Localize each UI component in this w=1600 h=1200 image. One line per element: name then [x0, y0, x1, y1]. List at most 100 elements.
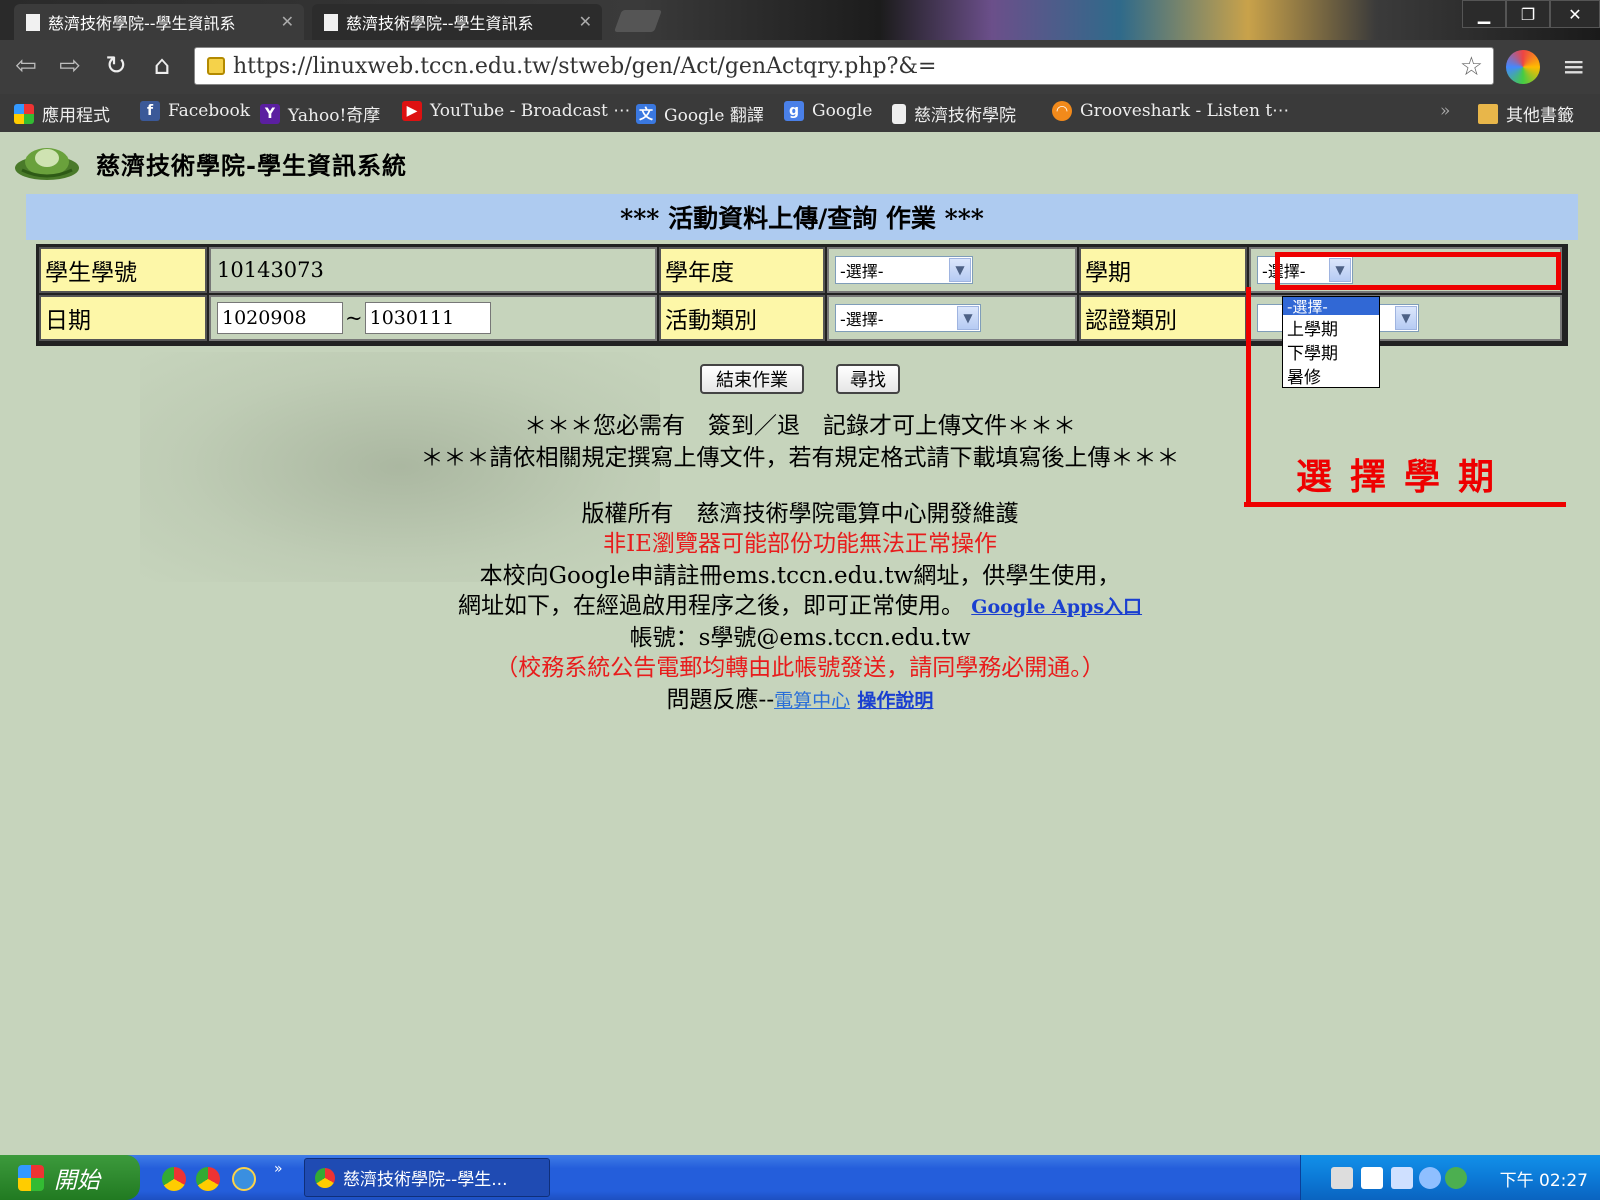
- bookmark-label: YouTube - Broadcast ⋯: [430, 101, 631, 121]
- browser-toolbar: ⇦ ⇨ ↻ ⌂ https://linuxweb.tccn.edu.tw/stw…: [0, 40, 1600, 94]
- bookmark-label: Google 翻譯: [664, 106, 764, 126]
- bookmark-label: Yahoo!奇摩: [288, 106, 381, 126]
- bookmark-google-translate[interactable]: 文 Google 翻譯: [636, 101, 764, 126]
- activity-type-select[interactable]: -選擇- ▼: [835, 304, 981, 332]
- date-to-input[interactable]: 1030111: [364, 302, 491, 334]
- annotation-line-vertical: [1246, 287, 1251, 507]
- taskbar: 開始 » 慈濟技術學院--學生... 下午 02:27: [0, 1155, 1600, 1200]
- apps-icon: [14, 103, 34, 124]
- account-format-text: 帳號：s學號@ems.tccn.edu.tw: [629, 625, 971, 651]
- activity-type-label: 活動類別: [659, 295, 825, 341]
- semester-dropdown-list: -選擇- 上學期 下學期 暑修: [1282, 296, 1380, 388]
- bookmarks-overflow[interactable]: »: [1440, 101, 1450, 121]
- taskbar-window-item[interactable]: 慈濟技術學院--學生...: [304, 1158, 550, 1197]
- bookmark-label: Google: [812, 101, 873, 121]
- network-icon[interactable]: [1391, 1167, 1413, 1189]
- chrome-icon[interactable]: [162, 1167, 186, 1191]
- forward-arrow-icon[interactable]: ⇨: [54, 50, 86, 82]
- feedback-label: 問題反應--: [666, 687, 775, 713]
- student-id-label: 學生學號: [39, 247, 207, 293]
- date-label: 日期: [39, 295, 207, 341]
- select-value: -選擇-: [840, 262, 884, 281]
- date-separator: ~: [345, 306, 363, 330]
- close-icon[interactable]: ✕: [281, 12, 294, 31]
- bookmark-facebook[interactable]: f Facebook: [140, 101, 250, 121]
- youtube-icon: ▶: [402, 101, 422, 121]
- page-icon: [26, 13, 40, 31]
- start-button[interactable]: 開始: [0, 1155, 140, 1200]
- system-name: 慈濟技術學院-學生資訊系統: [96, 151, 407, 180]
- bookmark-grooveshark[interactable]: ◠ Grooveshark - Listen t⋯: [1052, 101, 1289, 121]
- help-icon[interactable]: [1361, 1167, 1383, 1189]
- page-title: *** 活動資料上傳/查詢 作業 ***: [26, 194, 1578, 240]
- windows-flag-icon: [18, 1164, 44, 1191]
- browser-tab-1[interactable]: 慈濟技術學院--學生資訊系 ✕: [14, 4, 304, 40]
- search-button[interactable]: 尋找: [836, 364, 900, 394]
- star-icon[interactable]: ☆: [1460, 52, 1483, 82]
- window-close-button[interactable]: ✕: [1550, 0, 1600, 28]
- google-icon: g: [784, 101, 804, 121]
- bookmark-yahoo[interactable]: Y Yahoo!奇摩: [260, 101, 380, 126]
- menu-icon[interactable]: ≡: [1562, 50, 1586, 83]
- chevron-down-icon[interactable]: ▼: [1395, 306, 1417, 330]
- tab-title: 慈濟技術學院--學生資訊系: [346, 14, 534, 33]
- date-from-input[interactable]: 1020908: [217, 302, 343, 334]
- school-logo: [15, 148, 79, 180]
- keyboard-icon[interactable]: [1331, 1167, 1353, 1189]
- address-bar[interactable]: https://linuxweb.tccn.edu.tw/stweb/gen/A…: [194, 47, 1494, 85]
- browser-tab-bar: 慈濟技術學院--學生資訊系 ✕ 慈濟技術學院--學生資訊系 ✕ ▁ ❐ ✕: [0, 0, 1600, 40]
- google-registration-text: 本校向Google申請註冊ems.tccn.edu.tw網址，供學生使用，: [479, 563, 1121, 589]
- bookmark-tccn[interactable]: 慈濟技術學院: [892, 101, 1016, 126]
- chevron-down-icon[interactable]: ▼: [957, 306, 979, 330]
- tab-title: 慈濟技術學院--學生資訊系: [48, 14, 236, 33]
- semester-option[interactable]: -選擇-: [1283, 297, 1379, 316]
- bookmark-apps[interactable]: 應用程式: [14, 101, 110, 126]
- annotation-label: 選擇學期: [1296, 456, 1513, 498]
- browser-tab-2[interactable]: 慈濟技術學院--學生資訊系 ✕: [312, 4, 602, 40]
- semester-option[interactable]: 上學期: [1283, 315, 1379, 340]
- grooveshark-icon: ◠: [1052, 101, 1072, 121]
- manual-link[interactable]: 操作說明: [857, 690, 933, 712]
- page-icon: [324, 13, 338, 31]
- other-bookmarks[interactable]: 其他書籤: [1478, 101, 1574, 126]
- clock: 下午 02:27: [1499, 1171, 1588, 1191]
- academic-year-select[interactable]: -選擇- ▼: [835, 256, 973, 284]
- chevron-left-icon[interactable]: [1419, 1167, 1441, 1189]
- bookmark-youtube[interactable]: ▶ YouTube - Broadcast ⋯: [402, 101, 630, 121]
- academic-year-label: 學年度: [659, 247, 825, 293]
- chrome-icon: [315, 1167, 335, 1188]
- semester-label: 學期: [1079, 247, 1247, 293]
- extension-icon[interactable]: [1506, 50, 1540, 84]
- update-icon[interactable]: [1445, 1167, 1467, 1189]
- computer-center-link[interactable]: 電算中心: [774, 690, 850, 712]
- google-apps-line: 網址如下，在經過啟用程序之後，即可正常使用。 Google Apps入口: [0, 586, 1600, 620]
- google-apps-link[interactable]: Google Apps入口: [971, 596, 1142, 618]
- chevron-right-icon: »: [1440, 101, 1451, 121]
- feedback-line: 問題反應--電算中心 操作說明: [0, 680, 1600, 714]
- chevron-down-icon[interactable]: ▼: [949, 258, 971, 282]
- bookmarks-bar: 應用程式 f Facebook Y Yahoo!奇摩 ▶ YouTube - B…: [0, 94, 1600, 132]
- internet-explorer-icon[interactable]: [232, 1167, 256, 1191]
- bookmark-google[interactable]: g Google: [784, 101, 872, 121]
- academic-year-cell: -選擇- ▼: [827, 247, 1077, 293]
- end-task-button[interactable]: 結束作業: [700, 364, 804, 394]
- new-tab-button[interactable]: [613, 10, 663, 32]
- quicklaunch-more[interactable]: »: [274, 1161, 283, 1177]
- chrome-icon[interactable]: [196, 1167, 220, 1191]
- browser-warning: 非IE瀏覽器可能部份功能無法正常操作: [603, 531, 997, 557]
- reload-icon[interactable]: ↻: [100, 50, 132, 82]
- minimize-button[interactable]: ▁: [1462, 0, 1506, 28]
- start-label: 開始: [54, 1167, 100, 1194]
- close-icon[interactable]: ✕: [579, 12, 592, 31]
- restore-button[interactable]: ❐: [1506, 0, 1550, 28]
- activity-type-cell: -選擇- ▼: [827, 295, 1077, 341]
- bookmark-label: 其他書籤: [1506, 106, 1574, 126]
- yahoo-icon: Y: [260, 103, 280, 124]
- back-arrow-icon[interactable]: ⇦: [10, 50, 42, 82]
- notice-checkin: ＊＊＊您必需有 簽到／退 記錄才可上傳文件＊＊＊: [524, 413, 1076, 439]
- student-id-value: 10143073: [209, 247, 657, 293]
- home-icon[interactable]: ⌂: [146, 50, 178, 82]
- url-text: https://linuxweb.tccn.edu.tw/stweb/gen/A…: [233, 53, 937, 79]
- semester-option[interactable]: 暑修: [1283, 363, 1379, 388]
- semester-option[interactable]: 下學期: [1283, 339, 1379, 364]
